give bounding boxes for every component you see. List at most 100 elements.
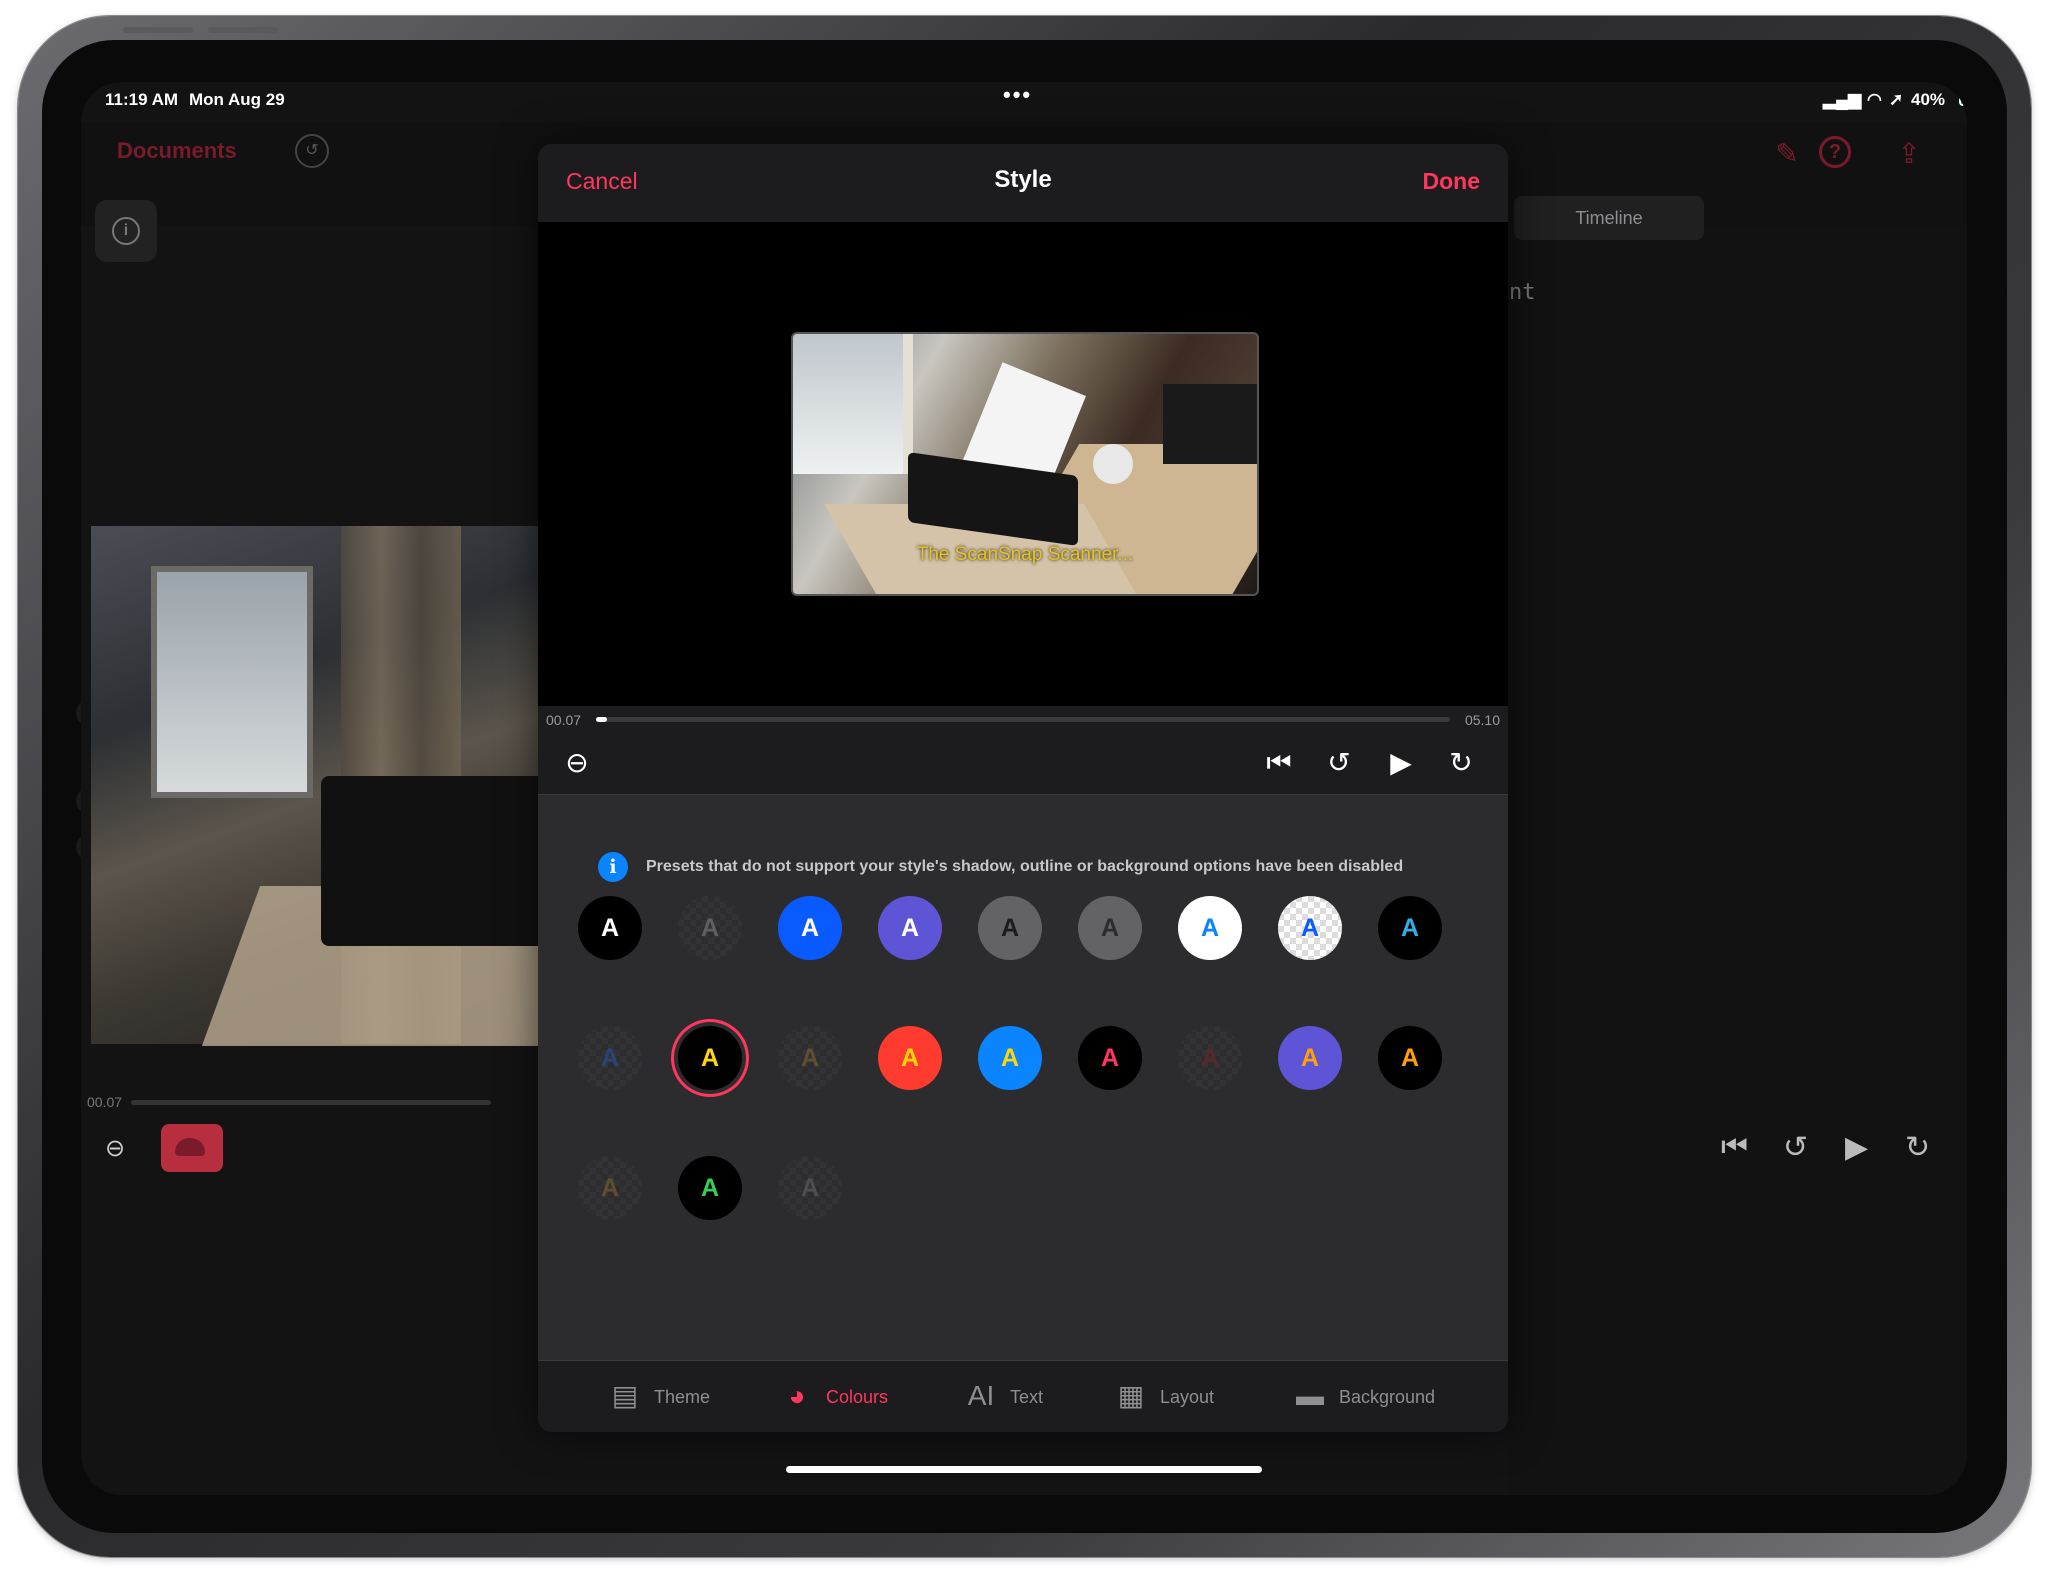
status-time: 11:19 AM [105,90,179,109]
background-scrubber[interactable] [131,1100,491,1105]
colour-preset[interactable]: A [678,896,742,960]
skip-back-icon[interactable]: ⏮ [1721,1130,1748,1164]
tab-label: Colours [826,1387,889,1407]
info-button[interactable]: i [95,200,157,262]
undo-icon[interactable]: ↺ [295,134,329,168]
theme-icon: ▤ [611,1380,639,1411]
screen: 11:19 AM Mon Aug 29 ••• ▂▄▆ ◠ ➚ 40% Docu… [81,82,1967,1495]
colour-preset[interactable]: A [1278,896,1342,960]
tab-label: Background [1339,1387,1436,1407]
colour-preset[interactable]: A [778,1026,842,1090]
colour-preset[interactable]: A [578,896,642,960]
preset-letter: A [1400,1044,1420,1072]
preset-letter: A [800,1174,820,1202]
status-date: Mon Aug 29 [189,90,285,109]
sheet-title: Style [994,166,1052,193]
colour-preset[interactable]: A [678,1156,742,1220]
zoom-out-icon[interactable]: ⊖ [105,1134,131,1162]
preset-letter: A [800,914,820,942]
colour-preset[interactable]: A [1278,1026,1342,1090]
preset-letter: A [1200,1044,1220,1072]
background-video-preview [91,526,641,1046]
tab-label: Layout [1160,1387,1215,1407]
skip-back-icon[interactable]: ⏮ [1262,746,1296,780]
preset-letter: A [1100,914,1120,942]
video-preview-area: The ScanSnap Scanner... [538,222,1508,706]
preset-letter: A [1100,1044,1120,1072]
colour-preset[interactable]: A [778,896,842,960]
colour-preset[interactable]: A [1078,896,1142,960]
colour-preset[interactable]: A [778,1156,842,1220]
preset-letter: A [700,1174,720,1202]
caption-preview: The ScanSnap Scanner... [916,544,1134,565]
tab-background[interactable]: ▬ Background [1293,1379,1493,1415]
tab-timeline[interactable]: Timeline [1514,196,1704,240]
colour-preset[interactable]: A [1178,1026,1242,1090]
right-panel [1507,226,1967,1495]
video-frame: The ScanSnap Scanner... [791,332,1259,596]
background-time: 00.07 [87,1094,123,1110]
battery-icon [1959,88,1967,106]
palette-icon: ◕ [788,1380,806,1411]
style-sheet: Cancel Style Done The ScanSnap Scanner..… [538,144,1508,1432]
background-playback-controls: ⏮ ↺ ▶ ↻ [1721,1130,1961,1170]
share-icon[interactable]: ⇪ [1891,136,1927,172]
battery-percent: 40% [1911,90,1946,109]
preset-letter: A [900,914,920,942]
colour-preset[interactable]: A [978,1026,1042,1090]
preset-letter: A [800,1044,820,1072]
colour-preset[interactable]: A [878,896,942,960]
colour-preset[interactable]: A [1078,1026,1142,1090]
preset-letter: A [700,914,720,942]
tab-label: Text [1010,1387,1044,1407]
background-icon: ▬ [1296,1380,1324,1411]
tab-layout[interactable]: ▦ Layout [1114,1379,1314,1415]
scrubber[interactable] [596,717,1450,722]
preset-letter: A [1400,914,1420,942]
tab-theme[interactable]: ▤ Theme [608,1379,808,1415]
playback-controls: ⊖ ⏮ ↺ ▶ ↻ [538,732,1508,795]
colour-preset[interactable]: A [1378,1026,1442,1090]
preset-letter: A [900,1044,920,1072]
forward-icon[interactable]: ↻ [1905,1130,1930,1165]
play-icon[interactable]: ▶ [1845,1130,1868,1165]
grid-icon: ▦ [1117,1380,1145,1411]
colour-preset[interactable]: A [578,1156,642,1220]
script-text: nt [1509,280,1536,305]
tab-colours[interactable]: ◕ Colours [780,1379,980,1415]
home-indicator[interactable] [786,1466,1262,1473]
play-icon[interactable]: ▶ [1384,746,1418,780]
colour-presets-grid: A A A A A A A A A A A A A A A A A A A A A [578,896,1468,1296]
preset-letter: A [700,1044,720,1072]
notice-text: Presets that do not support your style's… [646,858,1404,875]
total-time: 05.10 [1464,712,1500,728]
documents-button[interactable]: Documents [117,138,237,164]
rewind-icon[interactable]: ↺ [1783,1130,1808,1165]
tab-label: Theme [654,1387,711,1407]
preset-letter: A [600,1044,620,1072]
colour-preset[interactable]: A [1378,896,1442,960]
preset-letter: A [1200,914,1220,942]
multitasking-dots-icon[interactable]: ••• [1003,82,1032,108]
current-time: 00.07 [546,712,582,728]
wifi-icon: ◠ [1867,90,1882,109]
colour-preset[interactable]: A [1178,896,1242,960]
rewind-icon[interactable]: ↺ [1322,746,1356,780]
brush-icon[interactable]: ✎ [1769,136,1805,172]
colour-preset[interactable]: A [878,1026,942,1090]
help-icon[interactable]: ? [1819,136,1851,168]
forward-icon[interactable]: ↻ [1444,746,1478,780]
colour-preset[interactable]: A [678,1026,742,1090]
colour-preset[interactable]: A [978,896,1042,960]
volume-button [123,27,193,33]
preset-letter: A [1000,1044,1020,1072]
slow-motion-button[interactable] [161,1124,223,1172]
sheet-header: Cancel Style Done [538,144,1508,222]
done-button[interactable]: Done [1423,168,1481,195]
zoom-out-icon[interactable]: ⊖ [560,746,594,780]
scrubber-progress [596,717,608,722]
colour-preset[interactable]: A [578,1026,642,1090]
style-tab-bar: ▤ Theme ◕ Colours AI Text ▦ Layout ▬ Background [538,1360,1508,1432]
turtle-icon [175,1138,205,1156]
text-icon: AI [967,1380,995,1411]
